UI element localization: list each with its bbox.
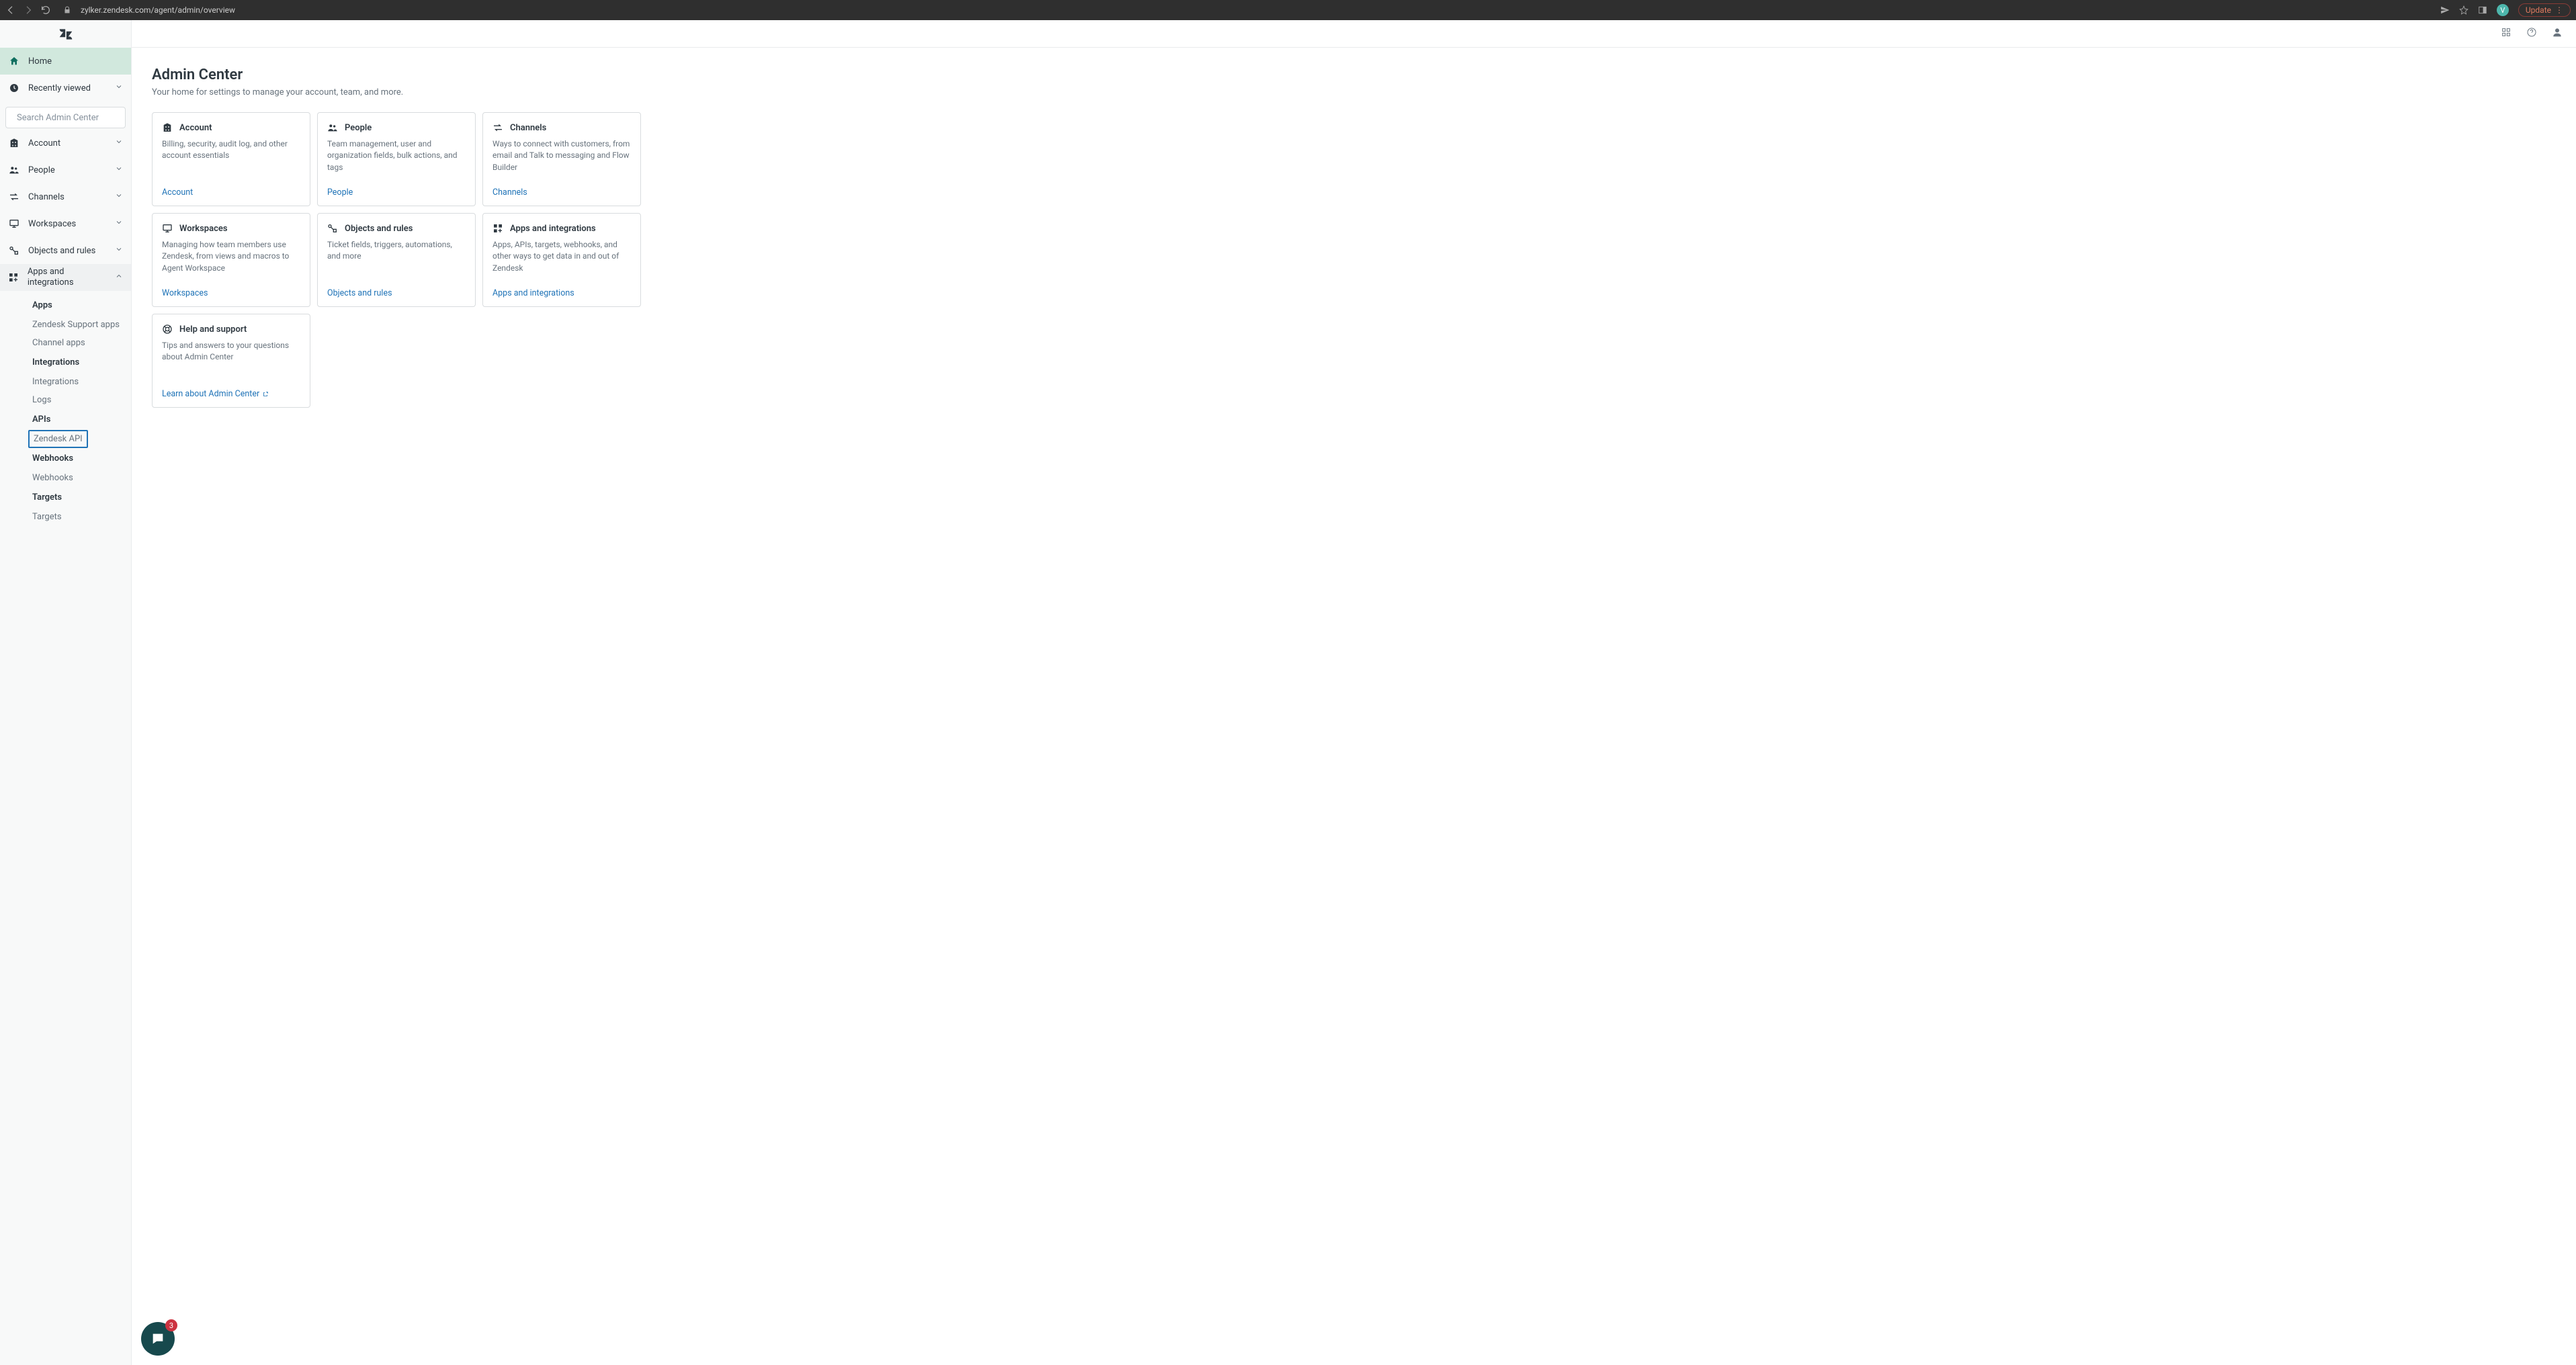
apps-icon	[8, 271, 19, 283]
sidebar-home-label: Home	[28, 56, 52, 67]
sub-item-zendesk-api[interactable]: Zendesk API	[28, 430, 88, 448]
topbar	[132, 20, 2576, 48]
chevron-down-icon	[115, 218, 123, 229]
external-link-icon	[262, 391, 269, 398]
star-icon[interactable]	[2459, 5, 2468, 15]
building-icon	[8, 137, 20, 149]
card-people-link[interactable]: People	[327, 187, 466, 197]
search-input[interactable]	[17, 113, 128, 123]
apps-icon	[492, 223, 503, 234]
card-channels: Channels Ways to connect with customers,…	[482, 112, 641, 206]
sidebar-recent-label: Recently viewed	[28, 83, 91, 93]
people-icon	[327, 122, 338, 133]
card-apps: Apps and integrations Apps, APIs, target…	[482, 213, 641, 307]
card-people: People Team management, user and organiz…	[317, 112, 476, 206]
browser-chrome: zylker.zendesk.com/agent/admin/overview …	[0, 0, 2576, 20]
chat-widget[interactable]: 3	[141, 1322, 175, 1356]
sub-item-webhooks[interactable]: Webhooks	[32, 469, 131, 487]
sidebar-recently-viewed[interactable]: Recently viewed	[0, 75, 131, 101]
sub-heading-apis: APIs	[32, 409, 131, 430]
chevron-down-icon	[115, 191, 123, 202]
sidebar-nav-workspaces[interactable]: Workspaces	[0, 210, 131, 237]
sidebar: Home Recently viewed Account People	[0, 20, 132, 1365]
reload-icon[interactable]	[40, 5, 51, 15]
chevron-down-icon	[115, 83, 123, 93]
page-title: Admin Center	[152, 67, 2556, 83]
send-icon[interactable]	[2440, 5, 2450, 15]
help-icon[interactable]	[2526, 27, 2537, 40]
zendesk-logo[interactable]	[0, 20, 131, 48]
channels-icon	[8, 191, 20, 203]
chevron-down-icon	[115, 245, 123, 256]
card-account-link[interactable]: Account	[162, 187, 300, 197]
sidebar-nav-channels[interactable]: Channels	[0, 183, 131, 210]
sub-item-zendesk-support-apps[interactable]: Zendesk Support apps	[32, 316, 131, 334]
page-subtitle: Your home for settings to manage your ac…	[152, 87, 2556, 97]
forward-icon[interactable]	[23, 5, 34, 15]
card-channels-link[interactable]: Channels	[492, 187, 631, 197]
card-help: Help and support Tips and answers to you…	[152, 314, 310, 408]
back-icon[interactable]	[5, 5, 16, 15]
profile-icon[interactable]	[2552, 27, 2563, 40]
lifebuoy-icon	[162, 324, 173, 335]
people-icon	[8, 164, 20, 176]
sidebar-nav-people[interactable]: People	[0, 157, 131, 183]
sub-item-integrations[interactable]: Integrations	[32, 373, 131, 391]
card-workspaces-link[interactable]: Workspaces	[162, 288, 300, 298]
lock-icon	[63, 6, 71, 14]
card-objects: Objects and rules Ticket fields, trigger…	[317, 213, 476, 307]
sidebar-nav-account[interactable]: Account	[0, 130, 131, 157]
monitor-icon	[162, 223, 173, 234]
sub-heading-integrations: Integrations	[32, 352, 131, 373]
search-admin-center[interactable]	[5, 107, 126, 128]
apps-grid-icon[interactable]	[2501, 27, 2511, 40]
clock-icon	[8, 82, 20, 94]
sidebar-sub-apps-group: Apps Zendesk Support apps Channel apps I…	[0, 291, 131, 530]
chevron-down-icon	[115, 138, 123, 148]
address-bar-url[interactable]: zylker.zendesk.com/agent/admin/overview	[81, 5, 235, 15]
sub-heading-targets: Targets	[32, 487, 131, 508]
sub-item-logs[interactable]: Logs	[32, 391, 131, 409]
monitor-icon	[8, 218, 20, 230]
sub-item-channel-apps[interactable]: Channel apps	[32, 334, 131, 352]
card-help-link[interactable]: Learn about Admin Center	[162, 389, 300, 399]
browser-update-button[interactable]: Update⋮	[2518, 3, 2571, 17]
sidebar-home[interactable]: Home	[0, 48, 131, 75]
card-account: Account Billing, security, audit log, an…	[152, 112, 310, 206]
main: Admin Center Your home for settings to m…	[132, 20, 2576, 1365]
sidebar-nav-apps[interactable]: Apps and integrations	[0, 264, 131, 291]
chevron-up-icon	[115, 272, 123, 283]
card-apps-link[interactable]: Apps and integrations	[492, 288, 631, 298]
chat-icon	[151, 1331, 165, 1346]
card-objects-link[interactable]: Objects and rules	[327, 288, 466, 298]
sub-heading-apps: Apps	[32, 295, 131, 316]
card-workspaces: Workspaces Managing how team members use…	[152, 213, 310, 307]
objects-icon	[8, 245, 20, 257]
channels-icon	[492, 122, 503, 133]
sidebar-nav-objects[interactable]: Objects and rules	[0, 237, 131, 264]
browser-profile-avatar[interactable]: V	[2497, 4, 2509, 16]
chevron-down-icon	[115, 165, 123, 175]
panel-icon[interactable]	[2478, 5, 2487, 15]
chat-badge: 3	[165, 1319, 177, 1331]
sub-item-targets[interactable]: Targets	[32, 508, 131, 526]
building-icon	[162, 122, 173, 133]
objects-icon	[327, 223, 338, 234]
home-icon	[8, 55, 20, 67]
sub-heading-webhooks: Webhooks	[32, 448, 131, 469]
